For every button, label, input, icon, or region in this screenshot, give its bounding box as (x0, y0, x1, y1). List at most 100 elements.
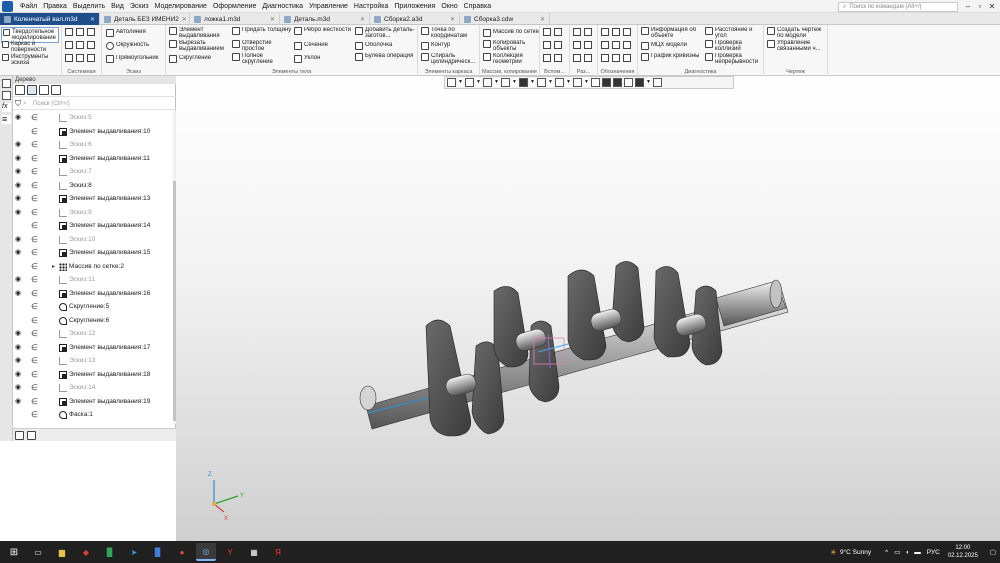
weather-text[interactable]: 9°C Sunny (840, 549, 871, 556)
tree-search-input[interactable]: Поиск (Ctrl+/) (33, 101, 70, 107)
tree-row[interactable]: ∈ Элемент выдавливания:14 (13, 219, 173, 233)
include-icon[interactable]: ∈ (31, 343, 38, 352)
tree-row[interactable]: ◉ ∈ Элемент выдавливания:17 (13, 341, 173, 355)
tree-row[interactable]: ∈ Скругление:5 (13, 300, 173, 314)
tree-display-icon[interactable] (51, 85, 61, 95)
eye-icon[interactable]: ◉ (15, 141, 24, 148)
chrome-icon[interactable]: ● (172, 543, 192, 561)
create-drawing-button[interactable]: Создать чертеж по модели (767, 27, 827, 39)
maximize-button[interactable]: ▫ (974, 1, 986, 12)
include-icon[interactable]: ∈ (31, 167, 38, 176)
include-icon[interactable]: ∈ (31, 289, 38, 298)
menu-item-0[interactable]: Файл (17, 3, 40, 10)
eye-icon[interactable]: ◉ (15, 114, 24, 121)
battery-icon[interactable]: ▬ (914, 549, 921, 556)
doc-tab-5[interactable]: Сборка3.cdw ✕ (460, 13, 550, 25)
include-icon[interactable]: ∈ (31, 383, 38, 392)
doc-tab-2[interactable]: ложка1.m3d ✕ (190, 13, 280, 25)
close-tab-icon[interactable]: ✕ (182, 16, 187, 23)
include-icon[interactable]: ∈ (31, 113, 38, 122)
excel-icon[interactable]: ▉ (100, 543, 120, 561)
line-aux-icon[interactable] (554, 54, 562, 62)
base-icon[interactable] (601, 41, 609, 49)
tree-row[interactable]: ∈ ▸ Массив по сетке:2 (13, 260, 173, 274)
new-file-icon[interactable] (65, 28, 73, 36)
axis-icon[interactable] (554, 28, 562, 36)
eye-icon[interactable]: ◉ (15, 195, 24, 202)
boolean-button[interactable]: Булева операция (355, 53, 417, 65)
yandex-icon[interactable]: Я (268, 543, 288, 561)
menu-item-5[interactable]: Моделирование (152, 3, 210, 10)
table-icon[interactable] (601, 54, 609, 62)
doc-tab-4[interactable]: Сборка2.a3d ✕ (370, 13, 460, 25)
tree-sort-icon[interactable] (27, 85, 37, 95)
cs-icon[interactable] (554, 41, 562, 49)
eye-icon[interactable]: ◉ (15, 168, 24, 175)
continuity-check-button[interactable]: Проверка непрерывности (705, 53, 763, 65)
menu-item-2[interactable]: Выделить (70, 3, 108, 10)
rib-button[interactable]: Ребро жесткости (294, 27, 352, 39)
symbol-icon[interactable] (623, 54, 631, 62)
acrobat-icon[interactable]: ◆ (76, 543, 96, 561)
menu-item-3[interactable]: Вид (108, 3, 127, 10)
eye-icon[interactable]: ◉ (15, 290, 24, 297)
tree-row[interactable]: ◉ ∈ Эскиз:14 (13, 381, 173, 395)
eye-icon[interactable]: ◉ (15, 182, 24, 189)
helix-button[interactable]: Спираль цилиндрическ... (421, 53, 479, 65)
menu-item-11[interactable]: Окно (438, 3, 460, 10)
tree-options-icon[interactable] (39, 85, 49, 95)
tree-row[interactable]: ◉ ∈ Эскиз:12 (13, 327, 173, 341)
include-icon[interactable]: ∈ (31, 302, 38, 311)
geometry-collection-button[interactable]: Коллекция геометрии (483, 53, 539, 65)
include-icon[interactable]: ∈ (31, 221, 38, 230)
include-icon[interactable]: ∈ (31, 370, 38, 379)
include-icon[interactable]: ∈ (31, 410, 38, 419)
undo-icon[interactable] (76, 41, 84, 49)
include-icon[interactable]: ∈ (31, 275, 38, 284)
task-view-icon[interactable]: ▭ (28, 543, 48, 561)
distance-angle-button[interactable]: Расстояние и угол (705, 27, 763, 39)
menu-item-9[interactable]: Настройка (351, 3, 391, 10)
include-icon[interactable]: ∈ (31, 235, 38, 244)
include-icon[interactable]: ∈ (31, 194, 38, 203)
shell-button[interactable]: Оболочка (355, 42, 417, 52)
radius-dim-icon[interactable] (573, 41, 581, 49)
section-button[interactable]: Сечение (294, 42, 352, 52)
3d-viewport[interactable]: ▼ ▼ ▼ ▼ ▼ ▼ ▼ ▼ ▼ Z Y X (176, 76, 1000, 541)
text-icon[interactable] (612, 41, 620, 49)
telegram-icon[interactable]: ➤ (124, 543, 144, 561)
eye-icon[interactable]: ◉ (15, 371, 24, 378)
simple-hole-button[interactable]: Отверстие простое (232, 40, 292, 52)
redo-icon[interactable] (87, 41, 95, 49)
menu-item-6[interactable]: Оформление (210, 3, 259, 10)
include-icon[interactable]: ∈ (31, 248, 38, 257)
auto-dim-icon[interactable] (584, 54, 592, 62)
tree-row[interactable]: ◉ ∈ Элемент выдавливания:16 (13, 287, 173, 301)
app-logo-icon[interactable] (2, 0, 13, 12)
eye-icon[interactable]: ◉ (15, 357, 24, 364)
tree-row[interactable]: ◉ ∈ Элемент выдавливания:15 (13, 246, 173, 260)
include-icon[interactable]: ∈ (31, 397, 38, 406)
expand-icon[interactable]: ▸ (52, 263, 55, 270)
cut-extrude-button[interactable]: Вырезать выдавливанием (169, 40, 229, 52)
point-coords-button[interactable]: Точка по координатам (421, 27, 479, 39)
variables-icon[interactable]: fx (2, 103, 11, 112)
tree-row[interactable]: ◉ ∈ Элемент выдавливания:18 (13, 368, 173, 382)
menu-item-7[interactable]: Диагностика (259, 3, 306, 10)
include-icon[interactable]: ∈ (31, 329, 38, 338)
menu-item-4[interactable]: Эскиз (127, 3, 152, 10)
notifications-icon[interactable]: ▢ (990, 548, 996, 556)
tree-structure-icon[interactable] (15, 85, 25, 95)
close-button[interactable]: ✕ (986, 1, 998, 12)
copy-objects-button[interactable]: Копировать объекты (483, 40, 539, 52)
eye-icon[interactable]: ◉ (15, 330, 24, 337)
network-icon[interactable]: ▭ (894, 548, 900, 556)
tree-row[interactable]: ◉ ∈ Эскиз:8 (13, 179, 173, 193)
tree-row[interactable]: ∈ Элемент выдавливания:10 (13, 125, 173, 139)
mass-properties-button[interactable]: МЦХ модели (641, 42, 703, 52)
language-indicator[interactable]: РУС (927, 549, 940, 556)
eye-icon[interactable]: ◉ (15, 276, 24, 283)
include-icon[interactable]: ∈ (31, 181, 38, 190)
paste-icon[interactable] (87, 54, 95, 62)
tree-row[interactable]: ◉ ∈ Эскиз:9 (13, 206, 173, 220)
